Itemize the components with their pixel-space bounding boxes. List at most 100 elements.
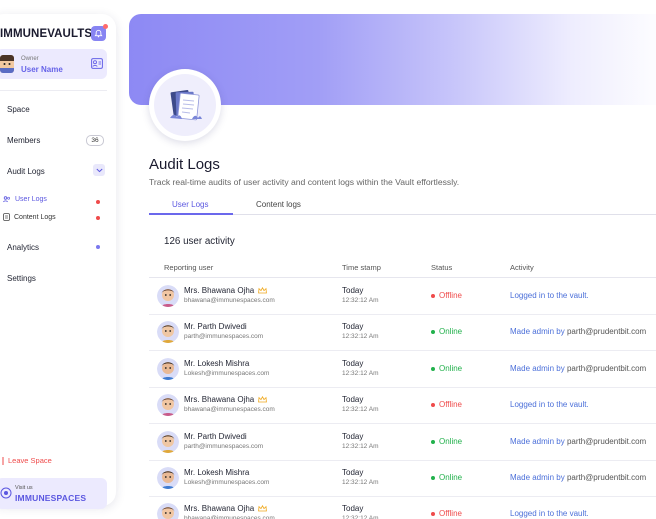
user-email: bhawana@immunespaces.com — [184, 297, 275, 304]
timestamp-time: 12:32:12 Am — [342, 333, 379, 340]
user-email: parth@immunespaces.com — [184, 443, 264, 450]
status-dot — [431, 402, 435, 407]
column-header-activity[interactable]: Activity — [510, 263, 534, 272]
user-email: bhawana@immunespaces.com — [184, 515, 275, 519]
user-name: Mr. Lokesh Mishra — [184, 468, 249, 477]
tab-content-logs[interactable]: Content logs — [256, 200, 301, 209]
table-row[interactable]: Mr. Parth Dwivedi parth@immunespaces.com T… — [149, 314, 656, 351]
activity-action: Made admin by — [510, 437, 565, 446]
table-row[interactable]: Mr. Lokesh Mishra Lokesh@immunespaces.com… — [149, 351, 656, 388]
sidebar-item-settings[interactable]: Settings — [7, 274, 36, 283]
owner-card[interactable]: Owner User Name — [0, 49, 107, 79]
document-icon — [3, 213, 10, 221]
user-name: Mrs. Bhawana Ojha — [184, 395, 268, 404]
brand-logo-text: IMMUNEVAULTS — [0, 28, 93, 40]
activity-actor: parth@prudentbit.com — [566, 364, 647, 373]
sidebar-item-audit-logs[interactable]: Audit Logs — [7, 167, 45, 176]
sidebar-subitem-label: User Logs — [15, 196, 47, 203]
notification-dot — [103, 24, 108, 29]
sidebar-item-members[interactable]: Members — [7, 136, 40, 145]
page-description: Track real-time audits of user activity … — [149, 177, 460, 187]
status-dot — [431, 475, 435, 480]
immunespaces-logo-icon — [0, 487, 12, 499]
status-text: Online — [439, 327, 463, 336]
activity-action: Made admin by — [510, 364, 565, 373]
activity-action: Logged in to the vault. — [510, 291, 589, 300]
activity-text[interactable]: Logged in to the vault. — [510, 509, 589, 518]
user-name-text: Mr. Parth Dwivedi — [184, 432, 247, 441]
owner-name: User Name — [21, 65, 63, 74]
user-name-text: Mr. Lokesh Mishra — [184, 468, 250, 477]
activity-action: Logged in to the vault. — [510, 400, 589, 409]
activity-text[interactable]: Made admin by parth@prudentbit.com — [510, 437, 646, 446]
user-name: Mrs. Bhawana Ojha — [184, 286, 268, 295]
table-row[interactable]: Mrs. Bhawana Ojha bhawana@immunespaces.co… — [149, 278, 656, 315]
status-indicator: Online — [431, 327, 462, 336]
status-text: Offline — [439, 509, 462, 518]
table-row[interactable]: Mr. Parth Dwivedi parth@immunespaces.com T… — [149, 424, 656, 461]
user-email: bhawana@immunespaces.com — [184, 406, 275, 413]
status-text: Offline — [439, 291, 462, 300]
sidebar-item-space[interactable]: Space — [7, 105, 30, 114]
notification-button[interactable] — [91, 24, 108, 41]
avatar — [157, 503, 179, 519]
activity-actor: parth@prudentbit.com — [566, 327, 647, 336]
active-tab-indicator — [149, 213, 233, 215]
owner-avatar — [0, 55, 14, 73]
crown-icon — [258, 396, 268, 403]
audit-logs-toggle[interactable] — [93, 164, 105, 176]
sidebar-item-analytics[interactable]: Analytics — [7, 243, 39, 252]
column-header-status[interactable]: Status — [431, 263, 452, 272]
timestamp-time: 12:32:12 Am — [342, 370, 379, 377]
table-row[interactable]: Mrs. Bhawana Ojha bhawana@immunespaces.co… — [149, 387, 656, 424]
activity-count: 126 user activity — [164, 236, 235, 247]
users-icon — [3, 196, 10, 203]
sidebar-subitem-content-logs[interactable]: Content Logs — [3, 213, 56, 221]
timestamp-time: 12:32:12 Am — [342, 406, 379, 413]
activity-text[interactable]: Made admin by parth@prudentbit.com — [510, 364, 646, 373]
activity-action: Made admin by — [510, 473, 565, 482]
analytics-indicator-dot — [96, 245, 100, 249]
status-dot — [431, 439, 435, 444]
user-email: Lokesh@immunespaces.com — [184, 479, 270, 486]
activity-actor: parth@prudentbit.com — [566, 437, 647, 446]
audit-documents-icon — [170, 89, 202, 121]
leave-space-button[interactable]: Leave Space — [2, 456, 52, 465]
column-header-reporting-user[interactable]: Reporting user — [164, 263, 213, 272]
sidebar-subitem-user-logs[interactable]: User Logs — [3, 196, 47, 203]
visit-us-card[interactable]: Visit us IMMUNESPACES — [0, 478, 107, 509]
timestamp-day: Today — [342, 504, 364, 513]
status-indicator: Offline — [431, 509, 462, 518]
user-email: parth@immunespaces.com — [184, 333, 264, 340]
crown-icon — [258, 287, 268, 294]
activity-text[interactable]: Logged in to the vault. — [510, 400, 589, 409]
visit-us-label: Visit us — [15, 485, 33, 491]
timestamp-time: 12:32:12 Am — [342, 515, 379, 519]
status-text: Online — [439, 437, 463, 446]
table-row[interactable]: Mr. Lokesh Mishra Lokesh@immunespaces.com… — [149, 460, 656, 497]
bell-icon — [94, 29, 103, 38]
user-email: Lokesh@immunespaces.com — [184, 370, 270, 377]
vault-avatar — [149, 69, 221, 141]
status-indicator: Offline — [431, 291, 462, 300]
column-header-time-stamp[interactable]: Time stamp — [342, 263, 381, 272]
timestamp-time: 12:32:12 Am — [342, 479, 379, 486]
profile-card-icon — [91, 58, 103, 69]
activity-text[interactable]: Made admin by parth@prudentbit.com — [510, 327, 646, 336]
table-row[interactable]: Mrs. Bhawana Ojha bhawana@immunespaces.co… — [149, 496, 656, 519]
status-dot — [431, 511, 435, 516]
avatar — [157, 321, 179, 343]
user-logs-indicator-dot — [96, 200, 100, 204]
tab-user-logs[interactable]: User Logs — [172, 200, 208, 209]
visit-us-name: IMMUNESPACES — [15, 493, 87, 503]
status-dot — [431, 366, 435, 371]
content-logs-indicator-dot — [96, 216, 100, 220]
avatar — [157, 285, 179, 307]
user-name: Mrs. Bhawana Ojha — [184, 504, 268, 513]
avatar — [157, 431, 179, 453]
sidebar: IMMUNEVAULTS Owner User Name Space Membe… — [0, 14, 116, 509]
timestamp-day: Today — [342, 432, 364, 441]
user-name-text: Mrs. Bhawana Ojha — [184, 286, 255, 295]
activity-text[interactable]: Logged in to the vault. — [510, 291, 589, 300]
activity-text[interactable]: Made admin by parth@prudentbit.com — [510, 473, 646, 482]
